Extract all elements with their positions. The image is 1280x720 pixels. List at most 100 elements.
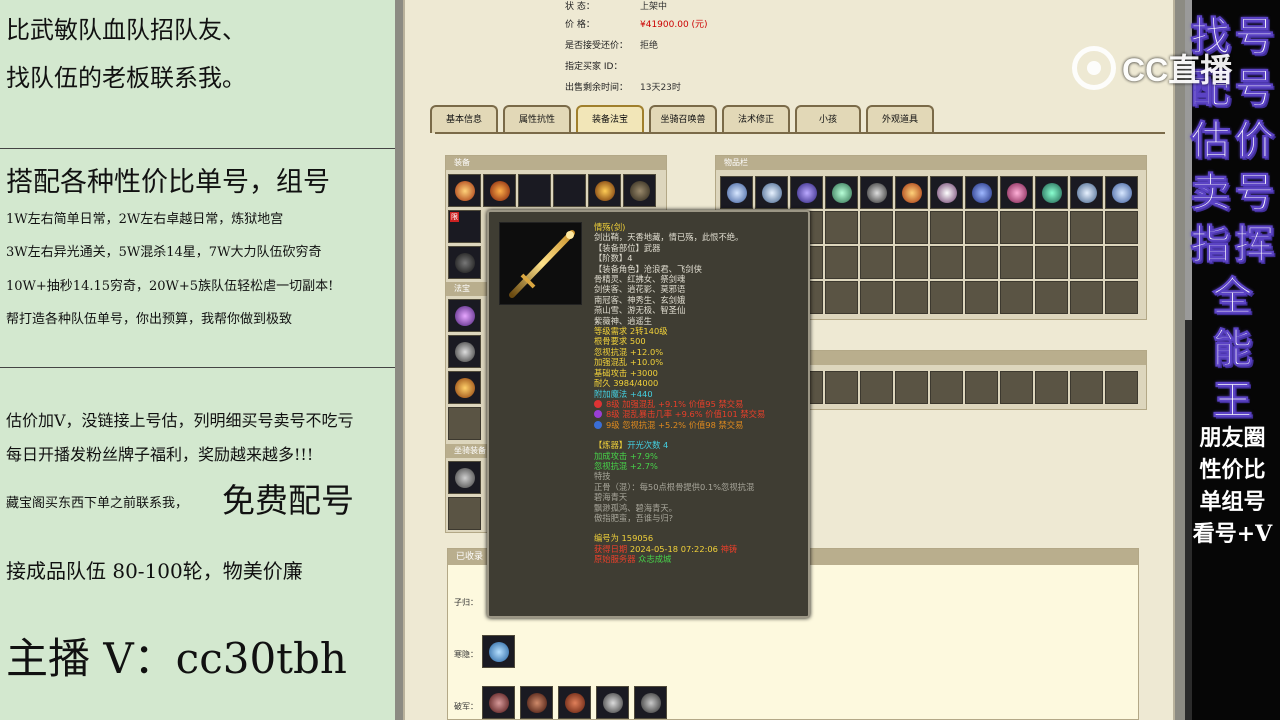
equip-slot[interactable] bbox=[623, 174, 656, 207]
inventory-slot[interactable] bbox=[1035, 211, 1068, 244]
secondary-slot[interactable] bbox=[930, 371, 963, 404]
inventory-slot[interactable] bbox=[860, 246, 893, 279]
collected-item[interactable] bbox=[482, 686, 515, 719]
inventory-slot[interactable] bbox=[930, 246, 963, 279]
secondary-slot[interactable] bbox=[1000, 371, 1033, 404]
inventory-slot[interactable] bbox=[965, 211, 998, 244]
item-icon bbox=[761, 182, 782, 203]
collected-item[interactable] bbox=[482, 635, 515, 668]
item-icon bbox=[1006, 182, 1027, 203]
equip-slot[interactable] bbox=[518, 174, 551, 207]
inventory-slot[interactable] bbox=[1000, 211, 1033, 244]
divider bbox=[0, 148, 395, 149]
fabao-slot[interactable] bbox=[448, 407, 481, 440]
inventory-slot[interactable] bbox=[895, 246, 928, 279]
equip-slot[interactable] bbox=[448, 174, 481, 207]
item-roles: 【装备角色】沧浪君、飞剑侠 bbox=[594, 263, 702, 274]
collected-item[interactable] bbox=[634, 686, 667, 719]
cc-live-watermark: CC直播 bbox=[1072, 44, 1232, 92]
mount-slot[interactable] bbox=[448, 497, 481, 530]
inventory-slot[interactable] bbox=[895, 176, 928, 209]
date-tail: 神铸 bbox=[720, 543, 738, 554]
stat-line: 忽视抗混 +12.0% bbox=[594, 346, 664, 357]
serial-number: 编号为 159056 bbox=[594, 533, 654, 544]
tab-spell-modifiers[interactable]: 法术修正 bbox=[722, 105, 790, 133]
item-tooltip: 情殇(剑) 剑出鞘，天香地藏，情已殇，此恨不绝。 【装备部位】武器 【阶数】4 … bbox=[487, 210, 810, 618]
mount-slot[interactable] bbox=[448, 461, 481, 494]
divider bbox=[0, 367, 395, 368]
inventory-slot[interactable] bbox=[1035, 176, 1068, 209]
equip-slot[interactable] bbox=[588, 174, 621, 207]
collected-item[interactable] bbox=[520, 686, 553, 719]
equip-slot[interactable] bbox=[553, 174, 586, 207]
watermark-text: CC直播 bbox=[1122, 52, 1233, 88]
inventory-slot[interactable] bbox=[1105, 176, 1138, 209]
item-name: 情殇(剑) bbox=[594, 222, 626, 232]
free-match-highlight: 免费配号 bbox=[222, 481, 354, 520]
equip-slot-weapon[interactable]: 限 bbox=[448, 210, 481, 243]
inventory-slot[interactable] bbox=[895, 281, 928, 314]
special-line: 傲指肥蛮，吾谁与归? bbox=[594, 512, 674, 523]
inventory-slot[interactable] bbox=[1000, 281, 1033, 314]
special-label: 特技 bbox=[594, 471, 611, 482]
inventory-slot[interactable] bbox=[1105, 246, 1138, 279]
inventory-slot[interactable] bbox=[1070, 281, 1103, 314]
level-requirement: 等级需求 2转140级 bbox=[594, 326, 668, 337]
inventory-slot[interactable] bbox=[720, 176, 753, 209]
inventory-slot[interactable] bbox=[930, 176, 963, 209]
tab-basic-info[interactable]: 基本信息 bbox=[430, 105, 498, 133]
inventory-slot[interactable] bbox=[825, 176, 858, 209]
notice-line: 搭配各种性价比单号，组号 bbox=[6, 167, 330, 198]
item-icon bbox=[1111, 182, 1132, 203]
inventory-slot[interactable] bbox=[860, 281, 893, 314]
secondary-slot[interactable] bbox=[1035, 371, 1068, 404]
inventory-slot[interactable] bbox=[1070, 176, 1103, 209]
bargain-label: 是否接受还价： bbox=[565, 41, 629, 51]
inventory-slot[interactable] bbox=[1105, 281, 1138, 314]
item-roles: 剑侠客、逍花影、莫邪语 bbox=[594, 284, 686, 295]
inventory-slot[interactable] bbox=[1000, 246, 1033, 279]
tooltip-text: 情殇(剑) 剑出鞘，天香地藏，情已殇，此恨不绝。 【装备部位】武器 【阶数】4 … bbox=[594, 222, 809, 565]
refine-stat: 加成攻击 +7.9% bbox=[594, 450, 658, 461]
right-promo-banner: 找 号 配 号 估 价 卖 号 指 挥 全 能 王 朋友圈 性价比 单组号 看号… bbox=[1185, 0, 1280, 720]
secondary-slot[interactable] bbox=[860, 371, 893, 404]
notice-line: 估价加V，没链接上号估，列明细买号卖号不吃亏 bbox=[6, 411, 354, 430]
secondary-slot[interactable] bbox=[1070, 371, 1103, 404]
tab-attributes[interactable]: 属性抗性 bbox=[503, 105, 571, 133]
secondary-slot[interactable] bbox=[825, 371, 858, 404]
inventory-slot[interactable] bbox=[825, 281, 858, 314]
inventory-slot[interactable] bbox=[860, 176, 893, 209]
tab-children[interactable]: 小孩 bbox=[795, 105, 861, 133]
inventory-slot[interactable] bbox=[860, 211, 893, 244]
fabao-slot[interactable] bbox=[448, 335, 481, 368]
inventory-slot[interactable] bbox=[1070, 211, 1103, 244]
inventory-slot[interactable] bbox=[825, 211, 858, 244]
inventory-slot[interactable] bbox=[895, 211, 928, 244]
inventory-slot[interactable] bbox=[1035, 246, 1068, 279]
tab-equipment[interactable]: 装备法宝 bbox=[576, 105, 644, 133]
inventory-slot[interactable] bbox=[755, 176, 788, 209]
notice-line: 1W左右简单日常，2W左右卓越日常，炼狱地宫 bbox=[6, 212, 284, 227]
inventory-slot[interactable] bbox=[965, 246, 998, 279]
inventory-slot[interactable] bbox=[1070, 246, 1103, 279]
fabao-slot[interactable] bbox=[448, 371, 481, 404]
tab-mounts-pets[interactable]: 坐骑召唤兽 bbox=[649, 105, 717, 133]
tab-appearance[interactable]: 外观道具 bbox=[866, 105, 934, 133]
inventory-slot[interactable] bbox=[1035, 281, 1068, 314]
inventory-slot[interactable] bbox=[790, 176, 823, 209]
inventory-slot[interactable] bbox=[930, 281, 963, 314]
inventory-slot[interactable] bbox=[965, 176, 998, 209]
secondary-slot[interactable] bbox=[895, 371, 928, 404]
secondary-slot[interactable] bbox=[965, 371, 998, 404]
collected-item[interactable] bbox=[596, 686, 629, 719]
collected-item[interactable] bbox=[558, 686, 591, 719]
inventory-slot[interactable] bbox=[965, 281, 998, 314]
inventory-slot[interactable] bbox=[1105, 211, 1138, 244]
equip-slot[interactable] bbox=[448, 246, 481, 279]
inventory-slot[interactable] bbox=[825, 246, 858, 279]
equip-slot[interactable] bbox=[483, 174, 516, 207]
fabao-slot[interactable] bbox=[448, 299, 481, 332]
secondary-slot[interactable] bbox=[1105, 371, 1138, 404]
inventory-slot[interactable] bbox=[930, 211, 963, 244]
inventory-slot[interactable] bbox=[1000, 176, 1033, 209]
